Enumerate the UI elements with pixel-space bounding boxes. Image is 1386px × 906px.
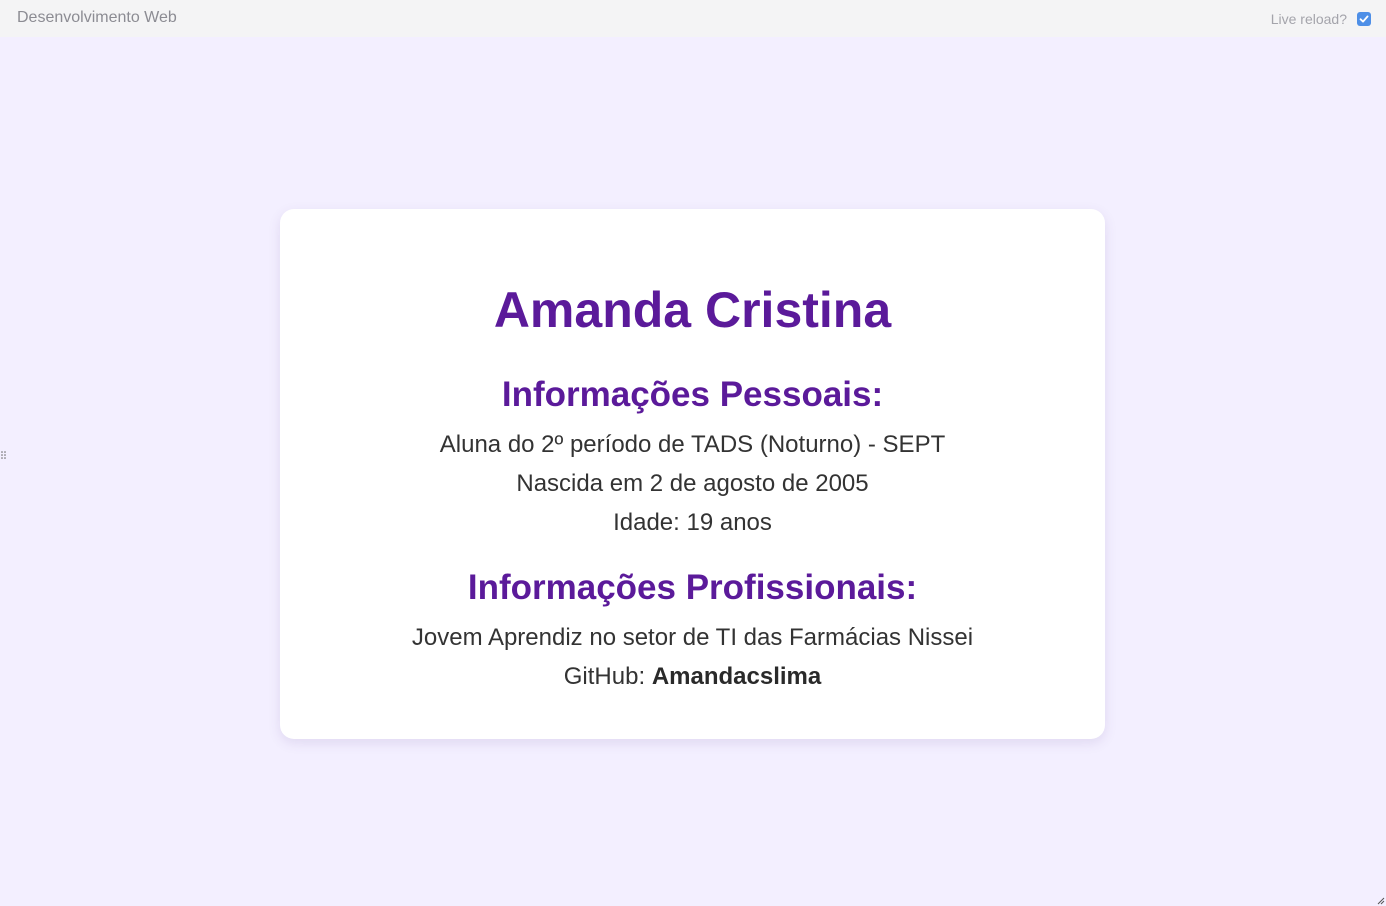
live-reload-checkbox[interactable] [1357, 12, 1371, 26]
app-title: Desenvolvimento Web [17, 9, 177, 26]
personal-info-birthdate: Nascida em 2 de agosto de 2005 [516, 470, 869, 497]
github-username-link[interactable]: Amandacslima [652, 663, 821, 690]
live-reload-toggle[interactable]: Live reload? [1271, 11, 1371, 27]
personal-info-heading: Informações Pessoais: [501, 375, 884, 414]
github-label: GitHub: [563, 663, 646, 690]
profile-card: Amanda Cristina Informações Pessoais: Al… [280, 209, 1105, 739]
checkmark-icon [1359, 15, 1369, 23]
professional-info-heading: Informações Profissionais: [467, 568, 918, 607]
resize-corner-icon[interactable] [1377, 897, 1385, 905]
professional-info-job: Jovem Aprendiz no setor de TI das Farmác… [411, 624, 974, 651]
drag-handle-icon[interactable] [1, 451, 7, 461]
live-reload-label: Live reload? [1270, 11, 1347, 27]
github-line: GitHub: Amandacslima [280, 662, 1105, 692]
profile-name: Amanda Cristina [493, 282, 892, 338]
top-bar: Desenvolvimento Web Live reload? [0, 0, 1386, 37]
personal-info-age: Idade: 19 anos [613, 509, 772, 536]
personal-info-course: Aluna do 2º período de TADS (Noturno) - … [439, 431, 946, 458]
